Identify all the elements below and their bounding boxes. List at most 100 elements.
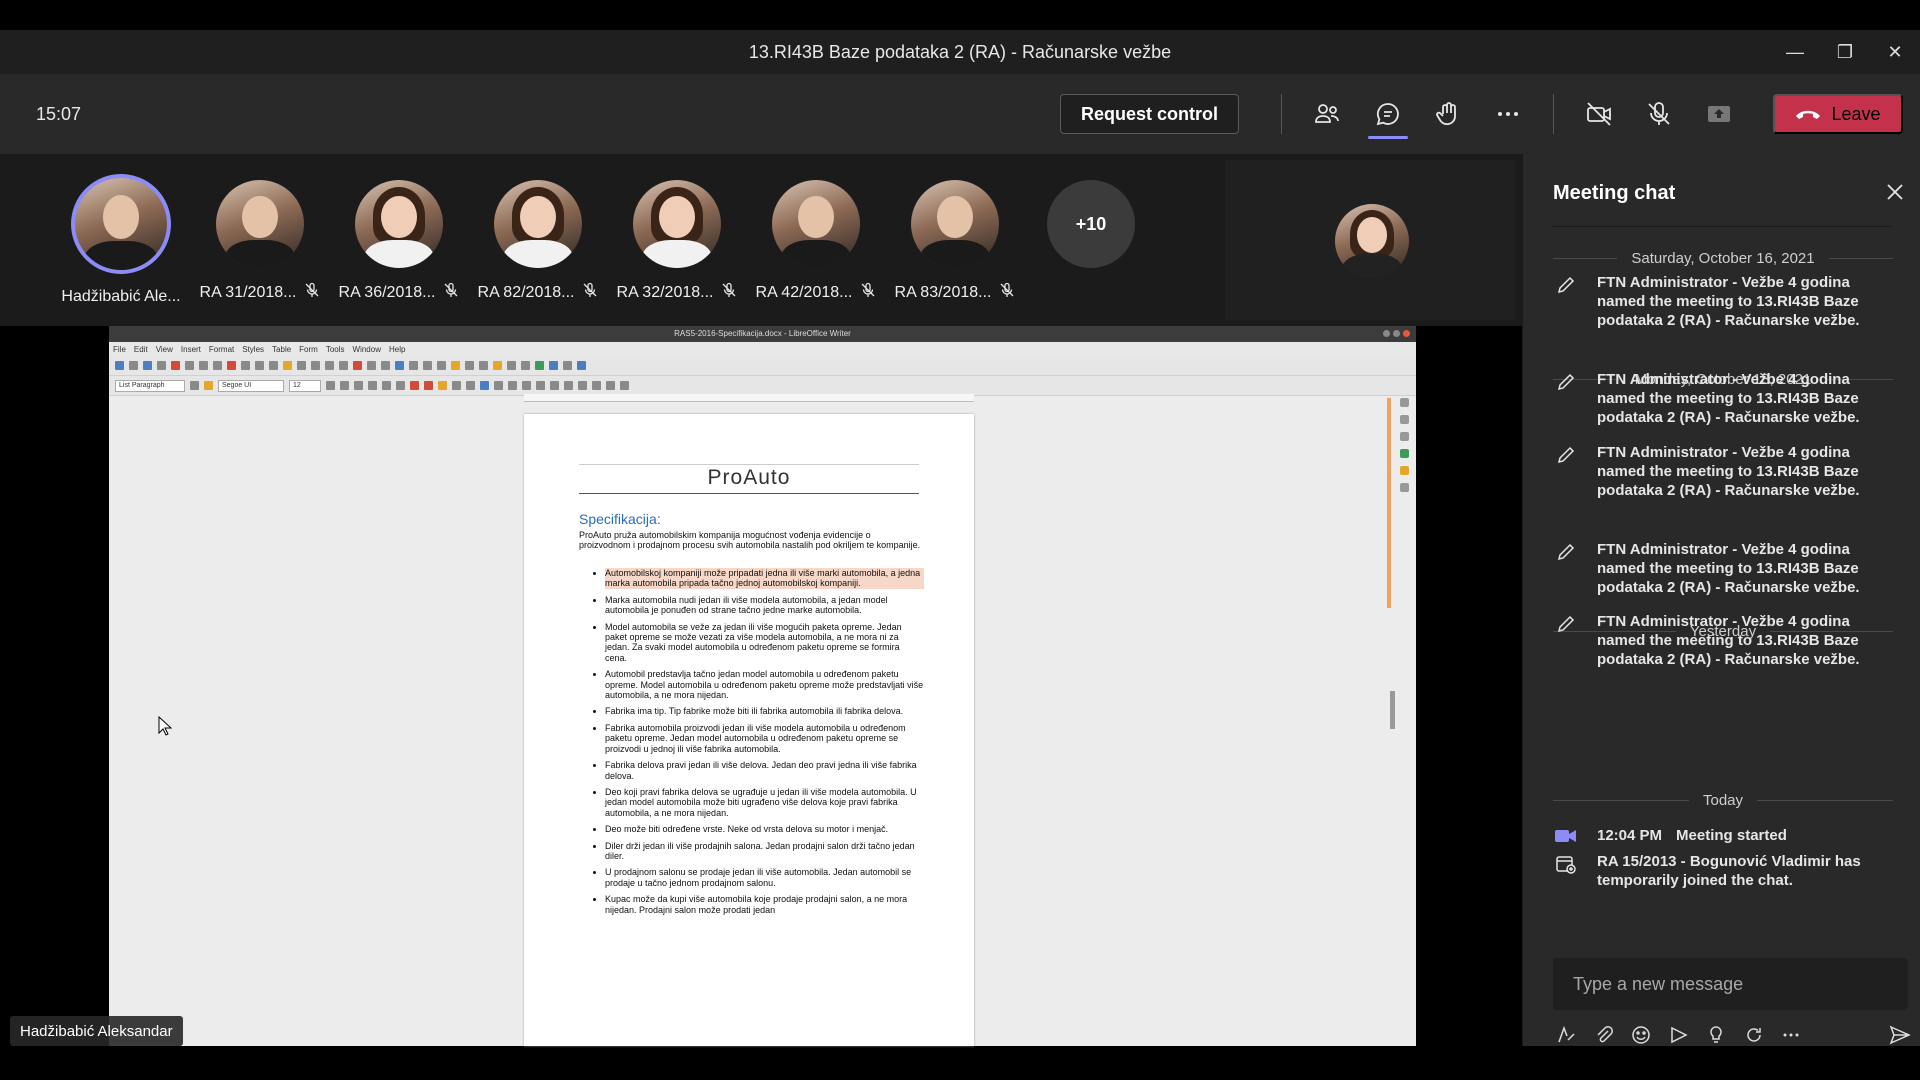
meeting-started-event: 12:04 PM Meeting started	[1553, 826, 1893, 845]
send-icon[interactable]	[1887, 1022, 1913, 1048]
close-chat-icon[interactable]	[1883, 180, 1907, 204]
writer-menu-item[interactable]: Edit	[134, 345, 148, 354]
paragraph-style-select[interactable]: List Paragraph	[115, 379, 185, 392]
self-avatar	[1335, 204, 1409, 278]
calendar-add-icon	[1553, 852, 1579, 890]
participant-avatar	[494, 180, 582, 268]
rename-event: FTN Administrator - Vežbe 4 godina named…	[1553, 540, 1893, 597]
window-titlebar: 13.RI43B Baze podataka 2 (RA) - Računars…	[0, 30, 1920, 74]
raise-hand-icon[interactable]	[1428, 94, 1468, 134]
event-text: FTN Administrator - Vežbe 4 godina named…	[1597, 371, 1860, 426]
praise-icon[interactable]	[1703, 1022, 1729, 1048]
chat-compose-input[interactable]: Type a new message	[1553, 958, 1908, 1010]
meeting-clock: 15:07	[36, 104, 82, 124]
minimize-icon[interactable]: —	[1770, 30, 1820, 74]
font-size-select[interactable]: 12	[289, 379, 321, 392]
leave-button[interactable]: Leave	[1773, 94, 1903, 134]
participant-avatar	[355, 180, 443, 268]
spec-bullet: Deo koji pravi fabrika delova se ugrađuj…	[605, 787, 924, 818]
participant-tile[interactable]: RA 42/2018...	[751, 180, 881, 303]
restore-icon[interactable]: ❐	[1820, 30, 1870, 74]
event-text: Meeting started	[1676, 827, 1787, 844]
meeting-toolbar: 15:07 Request control Leave	[0, 74, 1920, 154]
spec-bullet: Fabrika automobila proizvodi jedan ili v…	[605, 723, 924, 754]
writer-menu-item[interactable]: Insert	[181, 345, 201, 354]
loop-icon[interactable]	[1741, 1022, 1767, 1048]
leave-label: Leave	[1831, 103, 1881, 124]
event-text: RA 15/2013 - Bogunović Vladimir has temp…	[1597, 853, 1861, 889]
chat-icon[interactable]	[1368, 94, 1408, 134]
attach-icon[interactable]	[1591, 1022, 1617, 1048]
spec-bullet: Marka automobila nudi jedan ili više mod…	[605, 595, 924, 616]
writer-menu-item[interactable]: Styles	[242, 345, 264, 354]
participant-name: RA 31/2018...	[199, 283, 297, 301]
camera-off-icon[interactable]	[1579, 94, 1619, 134]
font-name-select[interactable]: Segoe UI	[218, 379, 284, 392]
overflow-participants-button[interactable]: +10	[1047, 180, 1135, 268]
spec-bullet: Fabrika delova pravi jedan ili više delo…	[605, 760, 924, 781]
participant-tile[interactable]: RA 36/2018...	[334, 180, 464, 303]
participant-name: RA 32/2018...	[616, 283, 714, 301]
pencil-icon	[1553, 370, 1579, 427]
participant-name-row: RA 32/2018...	[612, 282, 742, 303]
participant-name: RA 83/2018...	[894, 283, 992, 301]
window-title: 13.RI43B Baze podataka 2 (RA) - Računars…	[748, 41, 1172, 62]
participant-avatar	[71, 174, 171, 274]
shared-writer-window: RAS5-2016-Specifikacija.docx - LibreOffi…	[109, 326, 1416, 1046]
participant-tile[interactable]: Hadžibabić Ale...	[56, 174, 186, 306]
document-page: ProAuto Specifikacija: ProAuto pruža aut…	[524, 414, 974, 1046]
pencil-icon	[1553, 540, 1579, 597]
rename-event: FTN Administrator - Vežbe 4 godina named…	[1553, 612, 1893, 669]
writer-menu-item[interactable]: Window	[353, 345, 381, 354]
more-actions-icon[interactable]	[1488, 94, 1528, 134]
gif-icon[interactable]	[1666, 1022, 1692, 1048]
writer-menu-item[interactable]: File	[113, 345, 126, 354]
format-icon[interactable]	[1553, 1022, 1579, 1048]
participant-avatar	[772, 180, 860, 268]
writer-menu-item[interactable]: View	[156, 345, 173, 354]
more-options-icon[interactable]	[1778, 1022, 1804, 1048]
participant-tile[interactable]: RA 82/2018...	[473, 180, 603, 303]
spec-bullet: Kupac može da kupi više automobila koje …	[605, 894, 924, 915]
participant-name-row: RA 31/2018...	[195, 282, 325, 303]
mic-off-icon[interactable]	[1639, 94, 1679, 134]
document-scrollbar[interactable]	[1390, 691, 1395, 729]
participant-name-row: Hadžibabić Ale...	[56, 288, 186, 306]
participant-avatar	[911, 180, 999, 268]
participant-tile[interactable]: RA 31/2018...	[195, 180, 325, 303]
video-camera-icon	[1553, 826, 1579, 845]
writer-menu-item[interactable]: Form	[299, 345, 318, 354]
muted-mic-icon	[443, 282, 459, 303]
chat-date-divider: Saturday, October 16, 2021	[1553, 250, 1893, 267]
participant-name-row: RA 83/2018...	[890, 282, 1020, 303]
participants-icon[interactable]	[1307, 94, 1347, 134]
spec-bullet: U prodajnom salonu se prodaje jedan ili …	[605, 867, 924, 888]
participant-name: RA 42/2018...	[755, 283, 853, 301]
writer-titlebar: RAS5-2016-Specifikacija.docx - LibreOffi…	[109, 326, 1416, 342]
rename-event: FTN Administrator - Vežbe 4 godina named…	[1553, 370, 1893, 427]
spec-bullet: Deo može biti određene vrste. Neke od vr…	[605, 824, 924, 834]
share-screen-icon[interactable]	[1699, 94, 1739, 134]
writer-menu-item[interactable]: Table	[272, 345, 291, 354]
emoji-icon[interactable]	[1628, 1022, 1654, 1048]
participant-name-row: RA 42/2018...	[751, 282, 881, 303]
close-window-icon[interactable]: ✕	[1870, 30, 1920, 74]
muted-mic-icon	[999, 282, 1015, 303]
writer-menu-item[interactable]: Format	[209, 345, 234, 354]
writer-menu-item[interactable]: Help	[389, 345, 405, 354]
spec-bullet: Model automobila se veže za jedan ili vi…	[605, 622, 924, 664]
pencil-icon	[1553, 443, 1579, 500]
rename-event: FTN Administrator - Vežbe 4 godina named…	[1553, 443, 1893, 500]
participant-tile[interactable]: RA 32/2018...	[612, 180, 742, 303]
meeting-chat-panel: Meeting chat Saturday, October 16, 2021 F…	[1522, 154, 1920, 1046]
toolbar-divider	[1281, 94, 1282, 134]
spec-bullet: Automobilskoj kompaniji može pripadati j…	[605, 568, 924, 589]
mouse-cursor-icon	[158, 716, 172, 736]
muted-mic-icon	[582, 282, 598, 303]
compose-toolbar	[1553, 1022, 1913, 1048]
writer-menu-item[interactable]: Tools	[326, 345, 345, 354]
pencil-icon	[1553, 273, 1579, 330]
participant-name: RA 36/2018...	[338, 283, 436, 301]
request-control-button[interactable]: Request control	[1060, 94, 1239, 134]
participant-tile[interactable]: RA 83/2018...	[890, 180, 1020, 303]
